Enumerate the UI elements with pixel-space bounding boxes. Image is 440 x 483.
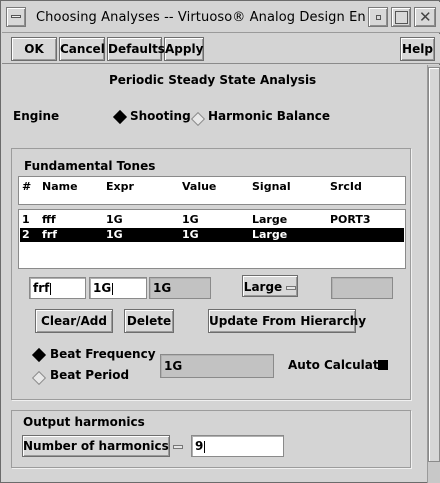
tone-num: 1 bbox=[22, 213, 30, 226]
maximize-button[interactable] bbox=[391, 7, 411, 27]
dialog-toolbar: OK Cancel Defaults Apply Help bbox=[2, 34, 440, 64]
tones-list[interactable]: 1 fff 1G 1G Large PORT3 2 frf 1G 1G Larg… bbox=[18, 209, 406, 269]
tone-row[interactable]: 1 fff 1G 1G Large PORT3 bbox=[19, 213, 405, 227]
column-header-expr: Expr bbox=[106, 180, 134, 193]
engine-label: Engine bbox=[13, 109, 60, 123]
tones-header: # Name Expr Value Signal SrcId bbox=[18, 176, 406, 205]
cancel-button[interactable]: Cancel bbox=[59, 37, 105, 61]
tone-srcid: PORT3 bbox=[330, 213, 371, 226]
column-header-num: # bbox=[22, 180, 32, 193]
window-menu-icon bbox=[11, 15, 21, 18]
defaults-button[interactable]: Defaults bbox=[107, 37, 165, 61]
tone-expr: 1G bbox=[106, 228, 123, 241]
maximize-icon bbox=[395, 11, 408, 24]
signal-dropdown-value: Large bbox=[243, 280, 283, 294]
harmonics-mode-dropdown[interactable]: Number of harmonics bbox=[22, 435, 183, 457]
column-header-name: Name bbox=[42, 180, 78, 193]
window-title: Choosing Analyses -- Virtuoso® Analog De… bbox=[36, 10, 366, 25]
beat-period-radio[interactable]: Beat Period bbox=[31, 368, 152, 386]
minimize-icon bbox=[376, 15, 381, 20]
close-button[interactable]: ✕ bbox=[414, 7, 436, 27]
tone-expr: 1G bbox=[106, 213, 123, 226]
delete-button[interactable]: Delete bbox=[124, 309, 174, 333]
beat-frequency-radio[interactable]: Beat Frequency bbox=[31, 347, 156, 363]
auto-calculate-checkbox[interactable] bbox=[378, 360, 388, 370]
beat-value-field: 1G bbox=[160, 354, 274, 378]
close-icon: ✕ bbox=[419, 8, 432, 26]
beat-period-label: Beat Period bbox=[50, 368, 130, 382]
engine-shooting-label: Shooting bbox=[130, 109, 191, 123]
text-cursor bbox=[204, 440, 206, 453]
analysis-heading: Periodic Steady State Analysis bbox=[109, 73, 317, 87]
tone-expr-input-value: 1G bbox=[93, 281, 112, 295]
window-menu-button[interactable] bbox=[6, 7, 26, 27]
tone-row-selected[interactable]: 2 frf 1G 1G Large bbox=[20, 228, 404, 242]
scrollbar-thumb[interactable] bbox=[428, 67, 440, 462]
tone-name-input[interactable]: frf bbox=[29, 277, 86, 299]
tone-expr-input[interactable]: 1G bbox=[89, 277, 147, 299]
column-header-value: Value bbox=[182, 180, 217, 193]
minimize-button[interactable] bbox=[368, 7, 388, 27]
engine-harmonic-balance-label: Harmonic Balance bbox=[208, 109, 331, 123]
tone-value: 1G bbox=[182, 228, 199, 241]
tone-num: 2 bbox=[22, 228, 30, 241]
column-header-signal: Signal bbox=[252, 180, 291, 193]
harmonics-count-value: 9 bbox=[195, 439, 204, 453]
vertical-scrollbar[interactable] bbox=[427, 65, 440, 483]
harmonics-mode-value: Number of harmonics bbox=[23, 439, 169, 453]
title-bar[interactable]: Choosing Analyses -- Virtuoso® Analog De… bbox=[2, 2, 440, 33]
tone-srcid-field bbox=[331, 277, 393, 299]
column-header-srcid: SrcId bbox=[330, 180, 362, 193]
radio-selected-icon bbox=[31, 347, 47, 363]
radio-selected-icon bbox=[112, 109, 128, 125]
help-button[interactable]: Help bbox=[400, 37, 435, 61]
text-cursor bbox=[50, 282, 52, 295]
harmonics-count-input[interactable]: 9 bbox=[191, 435, 284, 457]
tone-name: frf bbox=[42, 228, 57, 241]
clear-add-button[interactable]: Clear/Add bbox=[35, 309, 113, 333]
beat-frequency-label: Beat Frequency bbox=[50, 347, 156, 361]
tone-value-field: 1G bbox=[149, 277, 211, 299]
radio-unselected-icon bbox=[31, 370, 47, 386]
output-harmonics-title: Output harmonics bbox=[23, 415, 145, 429]
radio-unselected-icon bbox=[190, 111, 206, 127]
dropdown-indicator-icon bbox=[286, 285, 297, 290]
ok-button[interactable]: OK bbox=[11, 37, 57, 61]
tone-signal: Large bbox=[252, 228, 288, 241]
engine-harmonic-balance-radio[interactable]: Harmonic Balance bbox=[190, 109, 331, 127]
apply-button[interactable]: Apply bbox=[164, 37, 204, 61]
signal-dropdown[interactable]: Large bbox=[242, 275, 298, 297]
analysis-window: Choosing Analyses -- Virtuoso® Analog De… bbox=[0, 0, 440, 483]
tone-name: fff bbox=[42, 213, 56, 226]
text-cursor bbox=[112, 282, 114, 295]
tone-signal: Large bbox=[252, 213, 288, 226]
update-from-hierarchy-button[interactable]: Update From Hierarchy bbox=[208, 309, 366, 333]
tone-value: 1G bbox=[182, 213, 199, 226]
engine-shooting-radio[interactable]: Shooting bbox=[112, 109, 193, 125]
tone-name-input-value: frf bbox=[33, 281, 50, 295]
dropdown-indicator-icon bbox=[172, 444, 183, 449]
fundamental-tones-title: Fundamental Tones bbox=[24, 159, 156, 173]
auto-calculate-label: Auto Calculate bbox=[288, 358, 387, 372]
